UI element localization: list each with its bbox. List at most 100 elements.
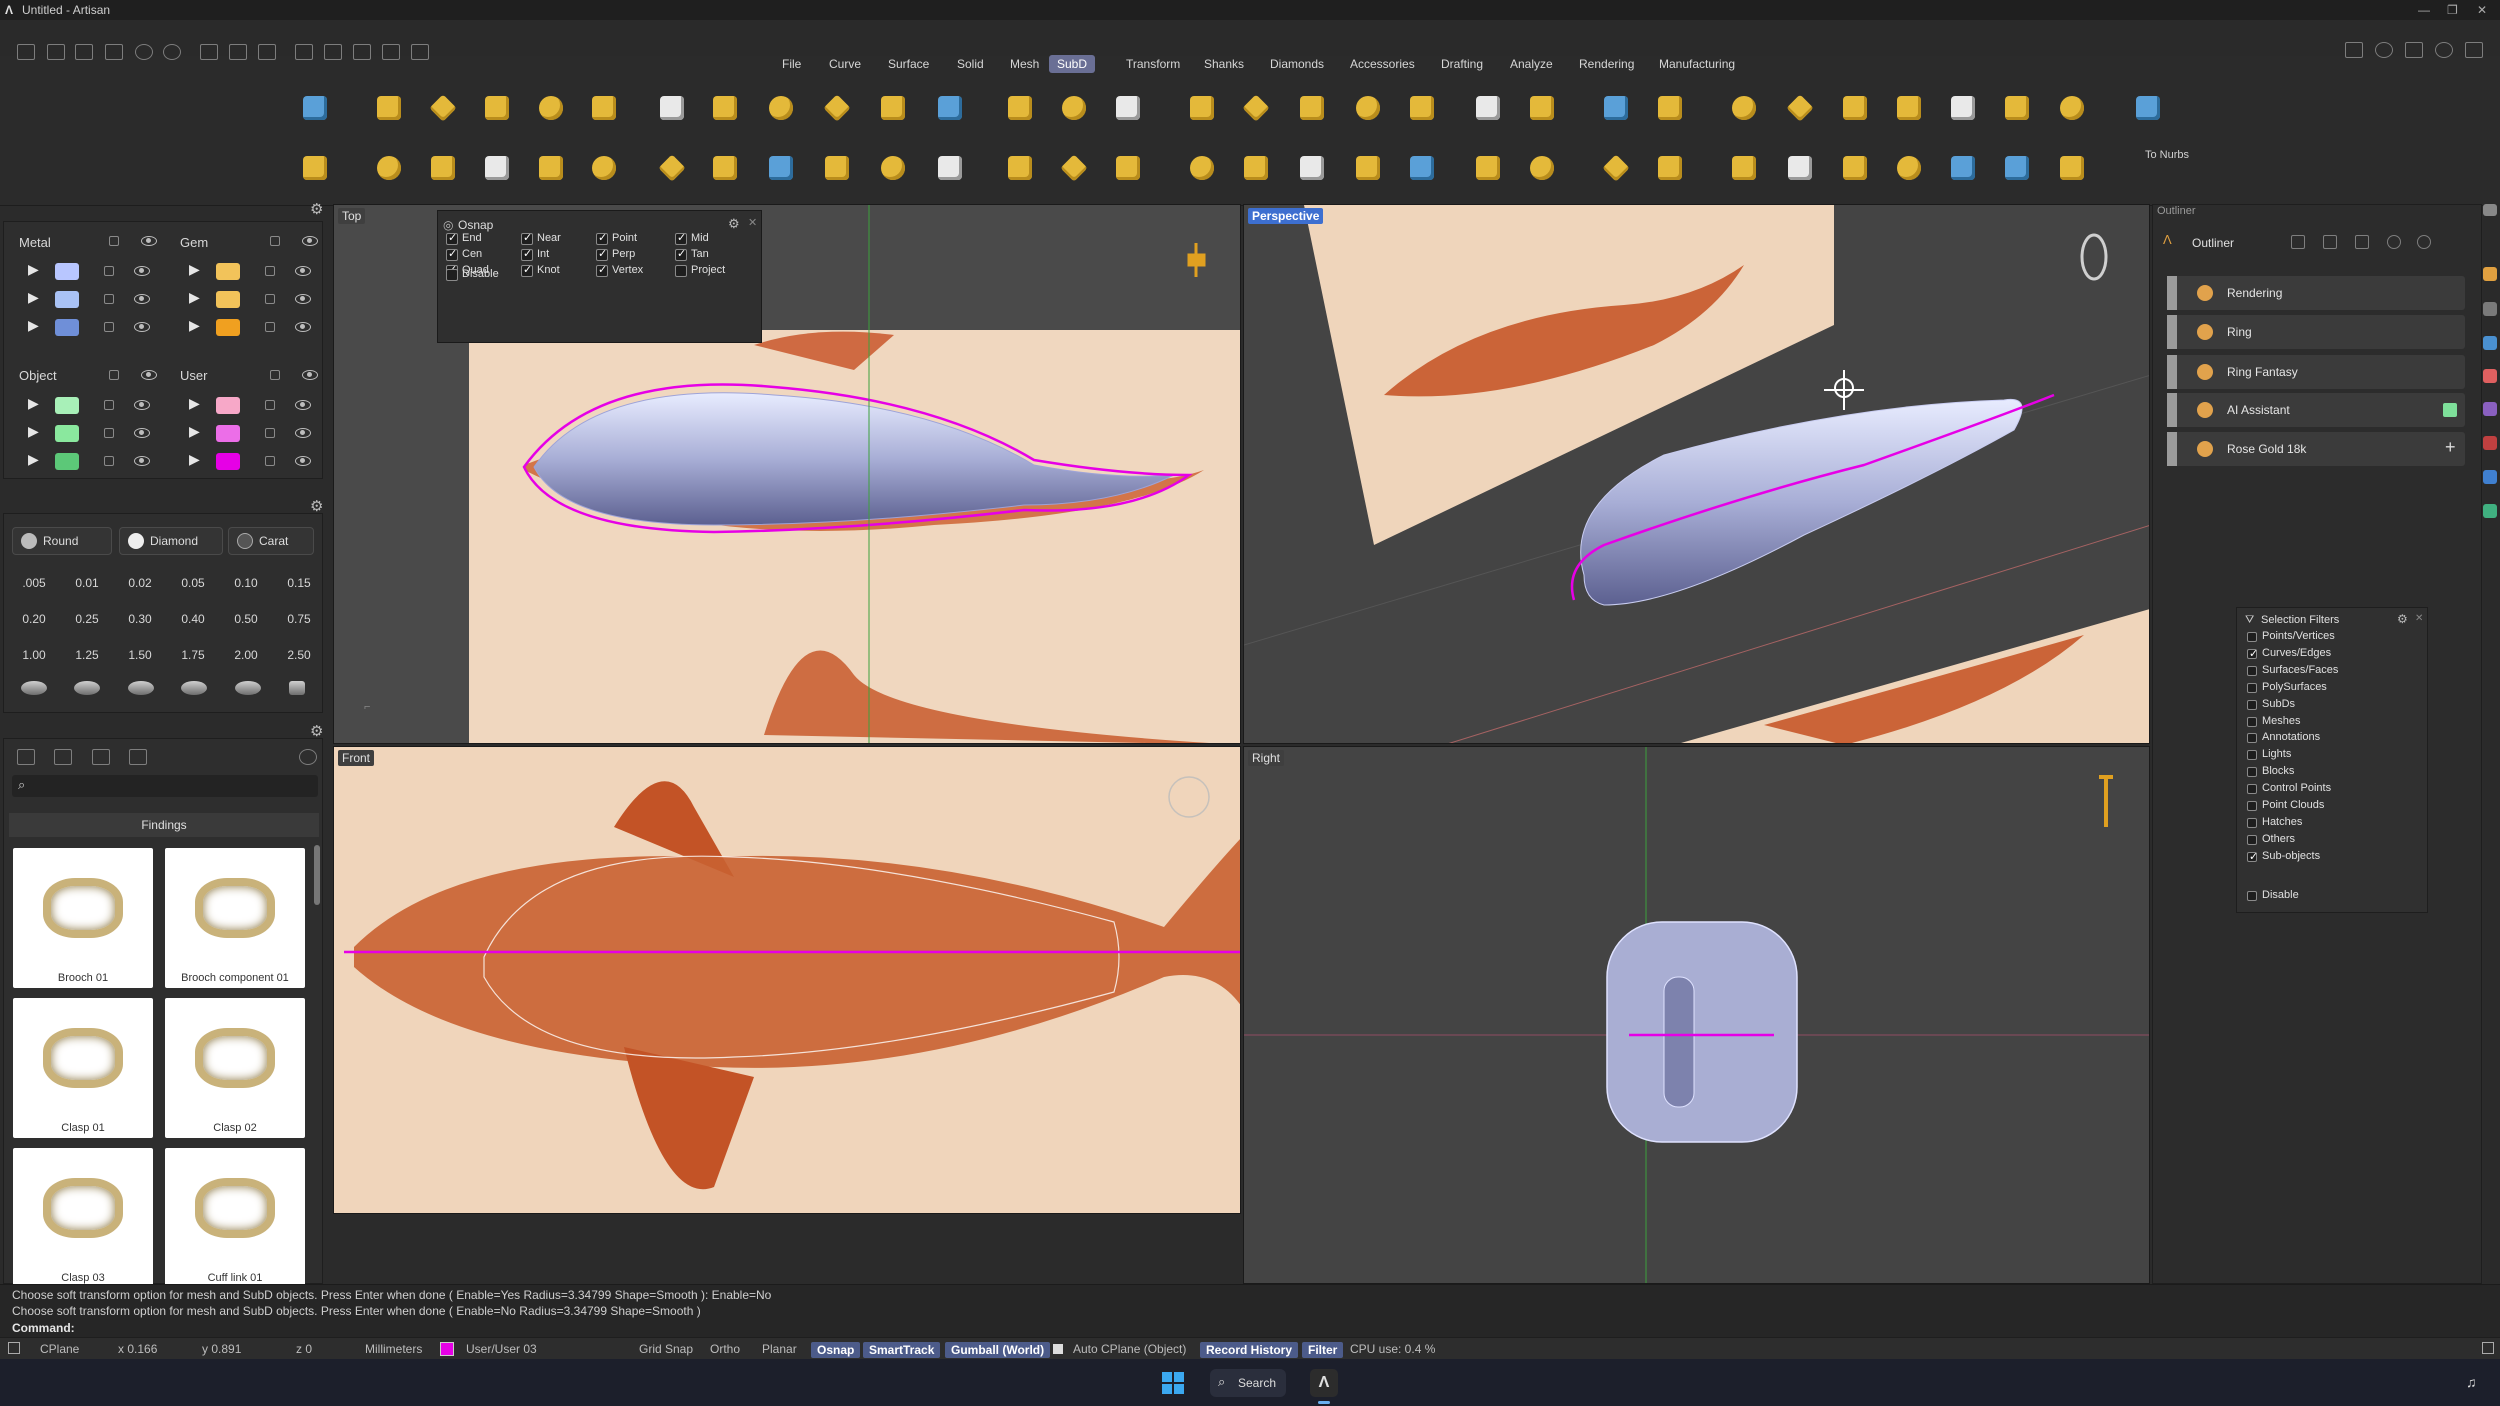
library-item[interactable]: Cuff link 01 — [165, 1148, 305, 1288]
carat-size-button[interactable]: 0.05 — [170, 570, 216, 596]
layer-lock-icon[interactable] — [104, 428, 114, 438]
group-lock-icon[interactable] — [270, 236, 280, 246]
ribbon-tool-r2-3-icon[interactable] — [423, 148, 463, 188]
layer-color-swatch[interactable] — [55, 263, 79, 280]
filter-control-points-checkbox[interactable] — [2247, 784, 2257, 795]
layer-lock-icon[interactable] — [265, 428, 275, 438]
layer-visibility-icon[interactable] — [295, 400, 311, 410]
ribbon-tool-r1-2-icon[interactable] — [369, 88, 409, 128]
layer-color-swatch[interactable] — [55, 397, 79, 414]
outliner-refresh-icon[interactable] — [2387, 235, 2401, 249]
carat-size-button[interactable]: .005 — [11, 570, 57, 596]
filter-subds-checkbox[interactable] — [2247, 699, 2257, 710]
maximize-icon[interactable]: ❐ — [2447, 3, 2458, 17]
ribbon-tool-r2-2-icon[interactable] — [369, 148, 409, 188]
tab-drafting[interactable]: Drafting — [1433, 55, 1491, 73]
filter-surfaces-faces-checkbox[interactable] — [2247, 665, 2257, 676]
gem-cut-marquise-icon[interactable] — [235, 681, 261, 695]
layer-color-swatch[interactable] — [216, 319, 240, 336]
notification-bell-icon[interactable]: ♫ — [2466, 1374, 2477, 1390]
layer-expand-icon[interactable]: ▶ — [28, 317, 39, 334]
library-item[interactable]: Clasp 03 — [13, 1148, 153, 1288]
layer-expand-icon[interactable]: ▶ — [189, 423, 200, 440]
gem-cut-round-icon[interactable] — [21, 681, 47, 695]
group-lock-icon[interactable] — [109, 370, 119, 380]
carat-size-button[interactable]: 0.20 — [11, 606, 57, 632]
ribbon-tool-r1-28-icon[interactable] — [1889, 88, 1929, 128]
ai-status-icon[interactable] — [2443, 403, 2457, 417]
outliner-help-icon[interactable] — [2417, 235, 2431, 249]
unit-carat-dropdown[interactable]: Carat — [228, 527, 314, 555]
carat-size-button[interactable]: 0.40 — [170, 606, 216, 632]
tab-transform[interactable]: Transform — [1118, 55, 1188, 73]
status-auto-cplane-object[interactable]: Auto CPlane (Object) — [1073, 1342, 1186, 1356]
layer-lock-icon[interactable] — [265, 266, 275, 276]
ribbon-tool-r2-28-icon[interactable] — [1889, 148, 1929, 188]
layer-visibility-icon[interactable] — [134, 400, 150, 410]
dock-cmd-icon[interactable] — [2483, 436, 2497, 450]
layer-lock-icon[interactable] — [265, 322, 275, 332]
ribbon-tool-r1-16-icon[interactable] — [1182, 88, 1222, 128]
layer-expand-icon[interactable]: ▶ — [189, 395, 200, 412]
status-planar[interactable]: Planar — [762, 1342, 797, 1356]
layer-lock-icon[interactable] — [265, 294, 275, 304]
library-item[interactable]: Clasp 01 — [13, 998, 153, 1138]
ribbon-tool-r2-6-icon[interactable] — [584, 148, 624, 188]
library-item[interactable]: Brooch component 01 — [165, 848, 305, 988]
outliner-edit-icon[interactable] — [2355, 235, 2369, 249]
auto-cplane-checkbox[interactable] — [1053, 1344, 1063, 1354]
library-category-header[interactable]: Findings — [9, 813, 319, 837]
ribbon-tool-r1-30-icon[interactable] — [1997, 88, 2037, 128]
viewport-perspective-label[interactable]: Perspective — [1248, 208, 1324, 224]
layer-expand-icon[interactable]: ▶ — [189, 451, 200, 468]
layer-color-swatch[interactable] — [55, 319, 79, 336]
carat-size-button[interactable]: 0.15 — [276, 570, 322, 596]
dock-materials-icon[interactable] — [2483, 336, 2497, 350]
ribbon-tool-r1-31-icon[interactable] — [2052, 88, 2092, 128]
filter-points-vertices-checkbox[interactable] — [2247, 632, 2257, 642]
gem-cut-oval-icon[interactable] — [74, 681, 100, 695]
ribbon-tool-r2-7-icon[interactable] — [652, 148, 692, 188]
shape-round-dropdown[interactable]: Round — [12, 527, 112, 555]
ribbon-tool-r2-19-icon[interactable] — [1348, 148, 1388, 188]
status-record-history[interactable]: Record History — [1200, 1342, 1299, 1358]
ribbon-tool-r1-15-icon[interactable] — [1108, 88, 1148, 128]
status-ortho[interactable]: Ortho — [710, 1342, 740, 1356]
carat-size-button[interactable]: 0.25 — [64, 606, 110, 632]
library-settings-gear-icon[interactable]: ⚙ — [310, 722, 323, 740]
ribbon-tool-r1-26-icon[interactable] — [1780, 88, 1820, 128]
library-scrollbar[interactable] — [314, 845, 320, 905]
osnap-int-checkbox[interactable] — [521, 247, 533, 261]
library-refresh-icon[interactable] — [299, 749, 317, 765]
filter-polysurfaces-checkbox[interactable] — [2247, 682, 2257, 693]
layer-expand-icon[interactable]: ▶ — [28, 261, 39, 278]
layer-expand-icon[interactable]: ▶ — [28, 451, 39, 468]
ribbon-tool-r2-22-icon[interactable] — [1522, 148, 1562, 188]
viewport-right[interactable]: Right — [1243, 746, 2150, 1284]
carat-size-button[interactable]: 0.50 — [223, 606, 269, 632]
ribbon-tool-r1-32-icon[interactable] — [2128, 88, 2168, 128]
ribbon-tool-r1-14-icon[interactable] — [1054, 88, 1094, 128]
layer-visibility-icon[interactable] — [295, 456, 311, 466]
osnap-close-icon[interactable]: ✕ — [748, 216, 757, 229]
tab-curve[interactable]: Curve — [821, 55, 869, 73]
status-right-panel-icon[interactable] — [2482, 1342, 2494, 1354]
filter-sub-objects-checkbox[interactable] — [2247, 850, 2258, 863]
ribbon-tool-r1-27-icon[interactable] — [1835, 88, 1875, 128]
tab-subd[interactable]: SubD — [1049, 55, 1096, 73]
tab-solid[interactable]: Solid — [949, 55, 992, 73]
carat-size-button[interactable]: 1.25 — [64, 642, 110, 668]
selection-filters-gear-icon[interactable]: ⚙ — [2397, 612, 2408, 626]
ribbon-tool-r1-18-icon[interactable] — [1292, 88, 1332, 128]
layer-lock-icon[interactable] — [104, 322, 114, 332]
ribbon-tool-r1-8-icon[interactable] — [705, 88, 745, 128]
layer-lock-icon[interactable] — [265, 400, 275, 410]
filter-hatches-checkbox[interactable] — [2247, 817, 2257, 828]
layer-color-swatch[interactable] — [55, 291, 79, 308]
library-grid-icon[interactable] — [129, 749, 147, 765]
ribbon-tool-r2-12-icon[interactable] — [930, 148, 970, 188]
ribbon-tool-r2-20-icon[interactable] — [1402, 148, 1442, 188]
osnap-mid-checkbox[interactable] — [675, 231, 687, 245]
ribbon-tool-r2-23-icon[interactable] — [1596, 148, 1636, 188]
tab-shanks[interactable]: Shanks — [1196, 55, 1252, 73]
